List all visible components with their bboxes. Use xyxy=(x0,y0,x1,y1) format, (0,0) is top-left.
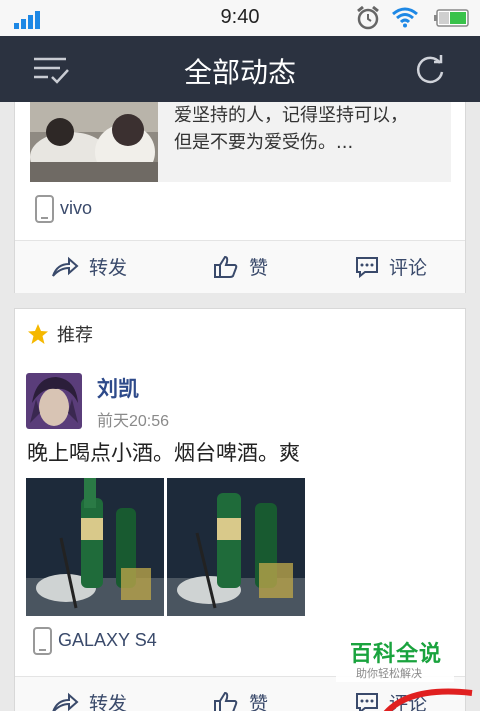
device-label: GALAXY S4 xyxy=(33,627,157,655)
username[interactable]: 刘凯 xyxy=(97,373,139,403)
alarm-icon xyxy=(357,5,379,30)
page-title: 全部动态 xyxy=(183,56,296,89)
comment-button[interactable]: 评论 xyxy=(355,253,427,280)
shared-thumbnail xyxy=(30,102,158,182)
comment-icon xyxy=(356,256,378,278)
device-label: vivo xyxy=(35,195,92,223)
thumbs-up-icon xyxy=(214,255,238,278)
shared-text-line: 但是不要为爱受伤。... xyxy=(174,132,354,153)
post-photo[interactable] xyxy=(26,478,164,616)
forward-icon xyxy=(52,256,79,277)
forward-button[interactable]: 转发 xyxy=(51,689,127,711)
like-label: 赞 xyxy=(249,693,269,711)
post-photo[interactable] xyxy=(167,478,305,616)
watermark-main: 百科全说 xyxy=(350,642,443,667)
star-icon xyxy=(28,324,48,344)
shared-text-line: 爱坚持的人，记得坚持可以， xyxy=(174,105,408,126)
forward-icon xyxy=(52,692,79,711)
shared-text: 爱坚持的人，记得坚持可以， 但是不要为爱受伤。... xyxy=(174,102,444,156)
refresh-icon[interactable] xyxy=(414,54,446,86)
status-bar: 9:40 xyxy=(0,0,480,36)
watermark-sub: 助你轻松解决 xyxy=(356,667,422,680)
action-bar: 转发 赞 评论 xyxy=(15,240,465,293)
like-label: 赞 xyxy=(249,257,269,279)
phone-icon xyxy=(35,195,54,223)
battery-icon xyxy=(434,9,469,27)
comment-label: 评论 xyxy=(389,257,428,279)
highlight-circle xyxy=(383,688,473,711)
post-text: 晚上喝点小酒。烟台啤酒。爽 xyxy=(27,441,300,465)
forward-button[interactable]: 转发 xyxy=(51,253,127,280)
like-button[interactable]: 赞 xyxy=(213,689,268,711)
avatar[interactable] xyxy=(26,373,82,429)
device-name: GALAXY S4 xyxy=(58,629,157,650)
recommend-label: 推荐 xyxy=(57,325,93,346)
watermark: 百科全说 助你轻松解决 xyxy=(336,632,454,682)
phone-icon xyxy=(33,627,52,655)
thumbs-up-icon xyxy=(214,691,238,711)
shared-content[interactable]: 爱坚持的人，记得坚持可以， 但是不要为爱受伤。... xyxy=(30,102,451,182)
post-time: 前天20:56 xyxy=(97,413,170,430)
like-button[interactable]: 赞 xyxy=(213,253,268,280)
forward-label: 转发 xyxy=(89,257,128,279)
wifi-icon xyxy=(392,7,418,28)
recommend-tag: 推荐 xyxy=(27,321,93,347)
forward-label: 转发 xyxy=(89,693,128,711)
device-name: vivo xyxy=(60,197,93,218)
feed-card: 爱坚持的人，记得坚持可以， 但是不要为爱受伤。... vivo 转发 赞 评论 xyxy=(14,102,466,293)
top-bar: 全部动态 xyxy=(0,36,480,102)
